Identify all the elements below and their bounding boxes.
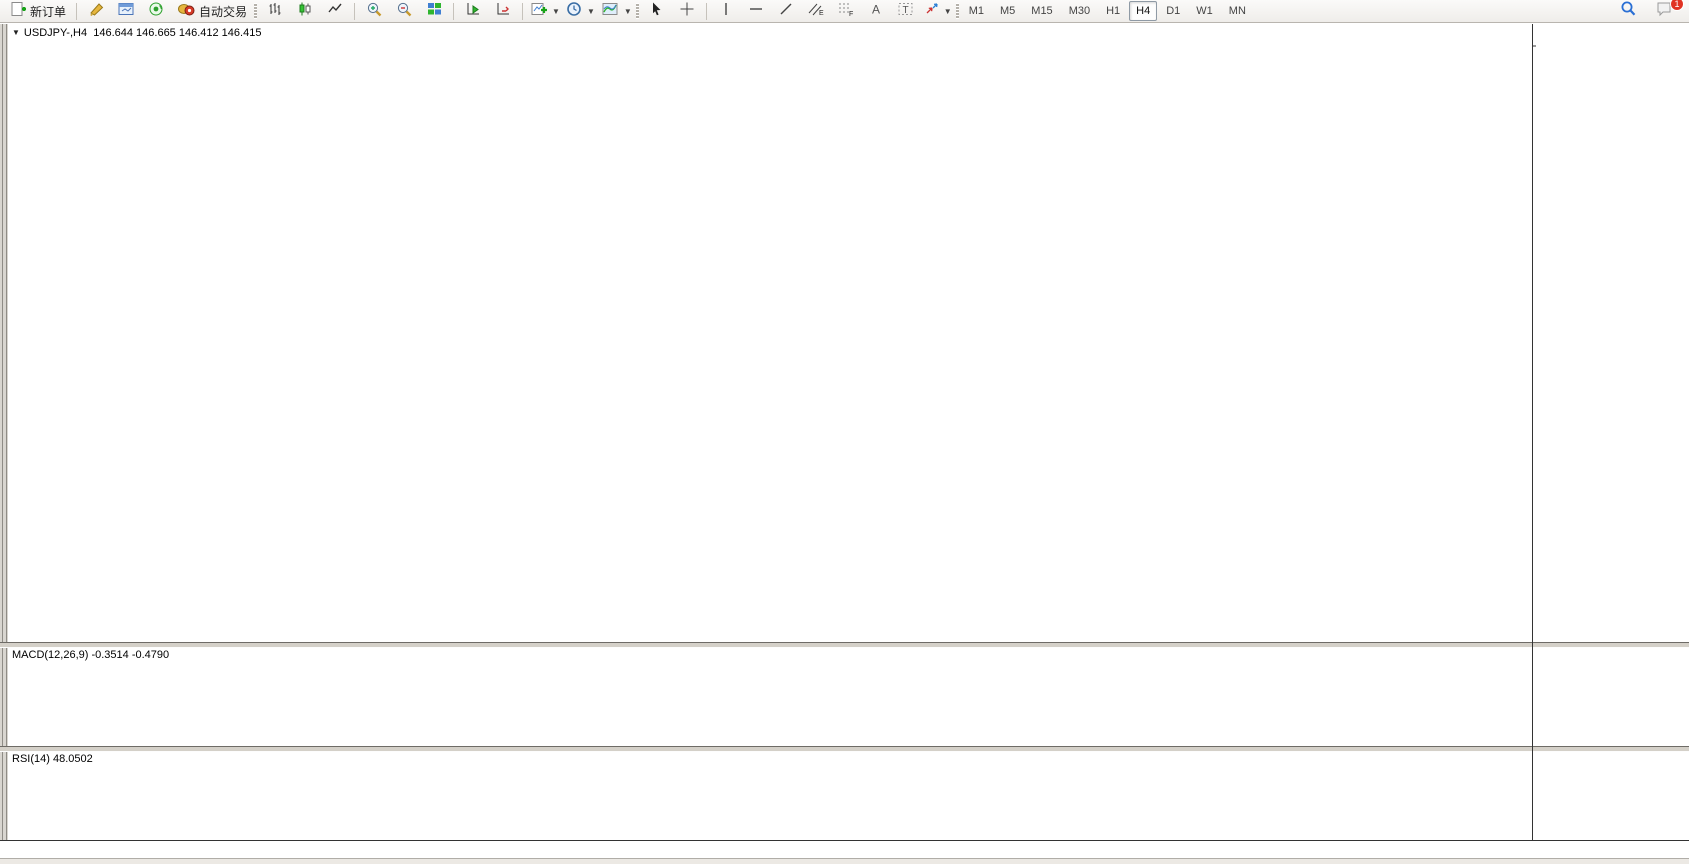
notifications-button[interactable]: 1 bbox=[1649, 0, 1679, 22]
signal-button[interactable] bbox=[141, 0, 171, 22]
tab-timeframe-H1[interactable]: H1 bbox=[1099, 1, 1127, 21]
tab-timeframe-D1[interactable]: D1 bbox=[1159, 1, 1187, 21]
svg-text:F: F bbox=[849, 11, 853, 17]
channel-icon: E bbox=[807, 1, 825, 22]
vertical-line-icon bbox=[719, 1, 733, 22]
collapse-triangle-icon[interactable]: ▼ bbox=[12, 28, 20, 37]
mt4-window: 新订单 自动交易 bbox=[0, 0, 1689, 864]
text-A-icon: A bbox=[869, 1, 883, 22]
trendline-icon bbox=[778, 1, 794, 22]
tab-timeframe-M15[interactable]: M15 bbox=[1024, 1, 1059, 21]
tab-timeframe-W1[interactable]: W1 bbox=[1189, 1, 1220, 21]
zoom-in-button[interactable] bbox=[359, 0, 389, 22]
chart-symbol: USDJPY-,H4 bbox=[24, 27, 87, 39]
search-button[interactable] bbox=[1613, 0, 1643, 22]
zoom-in-icon bbox=[366, 1, 383, 22]
svg-text:E: E bbox=[819, 10, 824, 17]
templates-button[interactable]: ▼ bbox=[598, 0, 635, 22]
tab-timeframe-MN[interactable]: MN bbox=[1222, 1, 1253, 21]
svg-text:A: A bbox=[872, 2, 880, 16]
tile-windows-button[interactable] bbox=[419, 0, 449, 22]
market-window-button[interactable] bbox=[111, 0, 141, 22]
periods-button[interactable]: ▼ bbox=[563, 0, 598, 22]
notification-badge: 1 bbox=[1670, 0, 1684, 11]
fibonacci-button[interactable]: F bbox=[831, 0, 861, 22]
tile-grid-icon bbox=[426, 1, 443, 22]
auto-trading-label: 自动交易 bbox=[199, 3, 247, 20]
auto-scroll-button[interactable] bbox=[458, 0, 488, 22]
styler-button[interactable] bbox=[81, 0, 111, 22]
auto-trading-icon bbox=[177, 1, 196, 22]
vertical-line-button[interactable] bbox=[711, 0, 741, 22]
signal-icon bbox=[147, 1, 165, 22]
trendline-button[interactable] bbox=[771, 0, 801, 22]
window-icon bbox=[117, 1, 135, 22]
text-button[interactable]: A bbox=[861, 0, 891, 22]
indicators-button[interactable]: ▼ bbox=[527, 0, 563, 22]
arrows-button[interactable]: ▼ bbox=[921, 0, 955, 22]
bar-chart-mode-button[interactable] bbox=[260, 0, 290, 22]
auto-scroll-icon bbox=[465, 1, 482, 22]
cursor-button[interactable] bbox=[642, 0, 672, 22]
crosshair-button[interactable] bbox=[672, 0, 702, 22]
cursor-arrow-icon bbox=[649, 1, 664, 22]
auto-trading-button[interactable]: 自动交易 bbox=[171, 0, 253, 22]
clock-icon bbox=[566, 1, 583, 22]
rsi-indicator-label: RSI(14) 48.0502 bbox=[12, 753, 93, 765]
tab-timeframe-M30[interactable]: M30 bbox=[1062, 1, 1097, 21]
chart-ohlc-values: 146.644 146.665 146.412 146.415 bbox=[93, 27, 261, 39]
horizontal-line-icon bbox=[748, 1, 764, 22]
timeframe-group: M1M5M15M30H1H4D1W1MN bbox=[962, 1, 1253, 21]
chart-title: ▼ USDJPY-,H4 146.644 146.665 146.412 146.… bbox=[12, 27, 261, 39]
chart-shift-button[interactable] bbox=[488, 0, 518, 22]
ohlc-bars-icon bbox=[267, 1, 283, 22]
candle-chart-mode-button[interactable] bbox=[290, 0, 320, 22]
price-chart-canvas[interactable] bbox=[0, 0, 1689, 864]
indicators-icon bbox=[530, 1, 548, 22]
line-chart-mode-button[interactable] bbox=[320, 0, 350, 22]
chart-shift-icon bbox=[495, 1, 512, 22]
new-order-label: 新订单 bbox=[30, 3, 66, 20]
macd-indicator-label: MACD(12,26,9) -0.3514 -0.4790 bbox=[12, 649, 169, 661]
zoom-out-button[interactable] bbox=[389, 0, 419, 22]
tab-timeframe-M1[interactable]: M1 bbox=[962, 1, 991, 21]
line-chart-icon bbox=[327, 1, 343, 22]
new-order-button[interactable]: 新订单 bbox=[4, 0, 72, 22]
tab-timeframe-H4[interactable]: H4 bbox=[1129, 1, 1157, 21]
tab-timeframe-M5[interactable]: M5 bbox=[993, 1, 1022, 21]
text-label-button[interactable]: T bbox=[891, 0, 921, 22]
fibonacci-icon: F bbox=[837, 1, 855, 22]
search-icon bbox=[1619, 0, 1637, 22]
text-label-icon: T bbox=[897, 1, 915, 22]
arrows-icon bbox=[924, 1, 940, 22]
brush-icon bbox=[87, 1, 105, 22]
crosshair-icon bbox=[679, 1, 695, 22]
toolbar: 新订单 自动交易 bbox=[0, 0, 1689, 23]
channel-button[interactable]: E bbox=[801, 0, 831, 22]
svg-text:T: T bbox=[902, 5, 908, 16]
new-order-icon bbox=[10, 1, 27, 22]
zoom-out-icon bbox=[396, 1, 413, 22]
horizontal-line-button[interactable] bbox=[741, 0, 771, 22]
candlestick-icon bbox=[297, 1, 313, 22]
template-icon bbox=[601, 1, 620, 22]
